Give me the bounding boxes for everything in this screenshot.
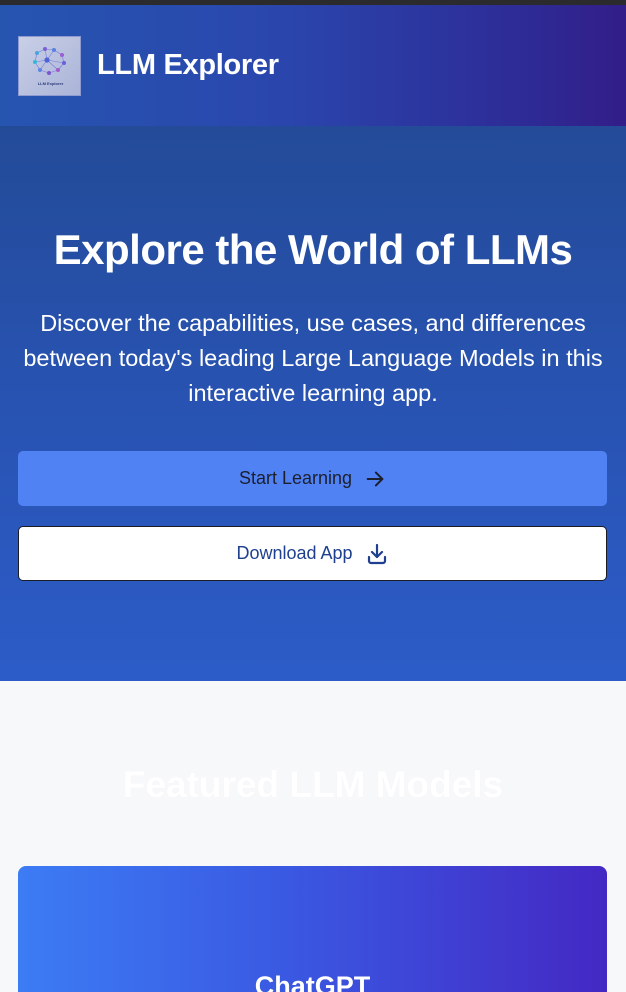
featured-title: Featured LLM Models [122, 764, 504, 805]
app-logo[interactable]: LLM Explorer [18, 36, 81, 96]
hero-title: Explore the World of LLMs [53, 226, 573, 273]
arrow-right-icon [366, 471, 384, 486]
download-app-button[interactable]: Download App [18, 526, 607, 581]
app-title[interactable]: LLM Explorer [97, 49, 279, 82]
logo-caption: LLM Explorer [37, 81, 64, 86]
app-header: LLM Explorer LLM Explorer [0, 5, 626, 126]
hero-section: Explore the World of LLMs Discover the c… [0, 126, 626, 681]
brain-network-icon [33, 47, 66, 75]
model-card-chatgpt[interactable]: ChatGPT [18, 866, 607, 992]
start-learning-label: Start Learning [238, 468, 353, 488]
download-app-label: Download App [236, 543, 353, 563]
model-card-title: ChatGPT [254, 971, 371, 992]
hero-subtitle: Discover the capabilities, use cases, an… [23, 310, 603, 406]
featured-models-section: Featured LLM Models ChatGPT [0, 681, 626, 992]
start-learning-button[interactable]: Start Learning [18, 451, 607, 506]
download-icon [367, 543, 386, 564]
